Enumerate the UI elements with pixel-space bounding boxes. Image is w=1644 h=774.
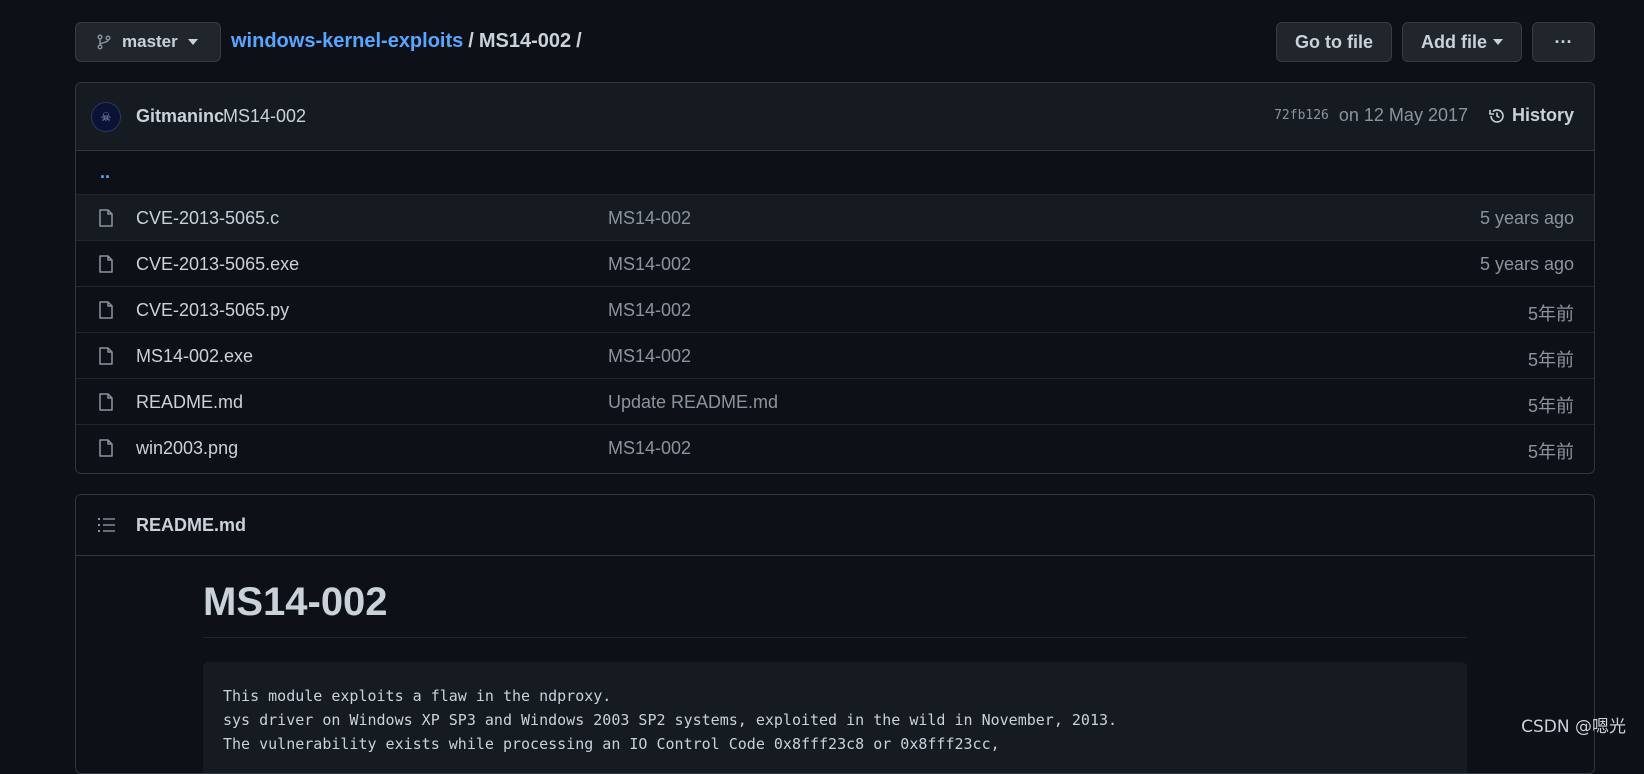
file-commit-message-link[interactable]: MS14-002 (608, 254, 691, 275)
file-icon (98, 255, 114, 273)
commit-author-link[interactable]: Gitmaninc (136, 106, 224, 127)
go-to-file-label: Go to file (1295, 32, 1373, 53)
file-icon (98, 439, 114, 457)
file-icon (98, 301, 114, 319)
author-avatar[interactable]: ☠ (91, 102, 121, 132)
file-commit-age: 5 years ago (1480, 254, 1574, 275)
history-icon (1488, 107, 1506, 125)
file-name-link[interactable]: README.md (136, 392, 243, 413)
file-name-link[interactable]: CVE-2013-5065.py (136, 300, 289, 321)
branch-icon (96, 34, 112, 50)
file-name-link[interactable]: MS14-002.exe (136, 346, 253, 367)
file-icon-wrap (98, 255, 114, 278)
commit-message-link[interactable]: MS14-002 (223, 106, 306, 127)
latest-commit-bar: ☠ Gitmaninc MS14-002 72fb126 on 12 May 2… (76, 83, 1594, 151)
file-commit-age: 5年前 (1528, 346, 1574, 372)
parent-directory-label: .. (100, 162, 110, 183)
branch-select-button[interactable]: master (75, 22, 221, 62)
file-name-link[interactable]: win2003.png (136, 438, 238, 459)
code-line: sys driver on Windows XP SP3 and Windows… (223, 708, 1447, 732)
file-commit-age: 5 years ago (1480, 208, 1574, 229)
readme-filename[interactable]: README.md (136, 515, 246, 536)
file-commit-message-link[interactable]: MS14-002 (608, 208, 691, 229)
csdn-watermark: CSDN @嗯光 (1521, 712, 1626, 737)
file-icon-wrap (98, 209, 114, 232)
file-commit-message-link[interactable]: MS14-002 (608, 346, 691, 367)
file-name-link[interactable]: CVE-2013-5065.exe (136, 254, 299, 275)
file-icon (98, 347, 114, 365)
breadcrumb-repo-link[interactable]: windows-kernel-exploits (231, 30, 463, 52)
file-row[interactable]: README.md Update README.md 5年前 (76, 379, 1594, 425)
readme-heading: MS14-002 (203, 580, 1467, 638)
code-line: This module exploits a flaw in the ndpro… (223, 684, 1447, 708)
breadcrumb-separator: / (468, 30, 474, 52)
file-icon-wrap (98, 393, 114, 416)
file-row[interactable]: CVE-2013-5065.py MS14-002 5年前 (76, 287, 1594, 333)
kebab-icon: ··· (1555, 32, 1573, 53)
file-commit-message-link[interactable]: MS14-002 (608, 300, 691, 321)
breadcrumb-current-folder: MS14-002 (479, 30, 571, 52)
file-commit-age: 5年前 (1528, 438, 1574, 464)
repo-nav-bar: master windows-kernel-exploits/MS14-002/… (75, 22, 1595, 62)
file-commit-age: 5年前 (1528, 300, 1574, 326)
file-name-link[interactable]: CVE-2013-5065.c (136, 208, 279, 229)
breadcrumb: windows-kernel-exploits/MS14-002/ (231, 30, 587, 53)
file-row[interactable]: MS14-002.exe MS14-002 5年前 (76, 333, 1594, 379)
readme-panel: README.md MS14-002 This module exploits … (75, 494, 1595, 774)
parent-directory-link[interactable]: .. (76, 151, 1594, 195)
chevron-down-icon (188, 39, 198, 45)
add-file-label: Add file (1421, 32, 1487, 53)
commit-date: on 12 May 2017 (1339, 105, 1468, 126)
file-listing: ☠ Gitmaninc MS14-002 72fb126 on 12 May 2… (75, 82, 1595, 474)
commit-sha-link[interactable]: 72fb126 (1274, 108, 1329, 123)
commit-meta: 72fb126 on 12 May 2017 History (1274, 105, 1574, 126)
file-icon-wrap (98, 347, 114, 370)
file-row[interactable]: CVE-2013-5065.exe MS14-002 5 years ago (76, 241, 1594, 287)
file-icon-wrap (98, 439, 114, 462)
chevron-down-icon (1493, 39, 1503, 45)
code-line: The vulnerability exists while processin… (223, 732, 1447, 756)
file-icon-wrap (98, 301, 114, 324)
history-link[interactable]: History (1488, 105, 1574, 126)
history-label: History (1512, 105, 1574, 126)
go-to-file-button[interactable]: Go to file (1276, 22, 1392, 62)
list-unordered-icon[interactable] (98, 517, 116, 533)
more-options-button[interactable]: ··· (1532, 22, 1595, 62)
readme-header: README.md (76, 495, 1594, 556)
add-file-button[interactable]: Add file (1402, 22, 1522, 62)
file-row[interactable]: CVE-2013-5065.c MS14-002 5 years ago (76, 195, 1594, 241)
file-row[interactable]: win2003.png MS14-002 5年前 (76, 425, 1594, 471)
file-icon (98, 209, 114, 227)
file-commit-age: 5年前 (1528, 392, 1574, 418)
readme-code-block: This module exploits a flaw in the ndpro… (203, 662, 1467, 774)
file-commit-message-link[interactable]: Update README.md (608, 392, 778, 413)
breadcrumb-separator: / (576, 30, 582, 52)
branch-label: master (122, 32, 178, 52)
file-commit-message-link[interactable]: MS14-002 (608, 438, 691, 459)
file-icon (98, 393, 114, 411)
